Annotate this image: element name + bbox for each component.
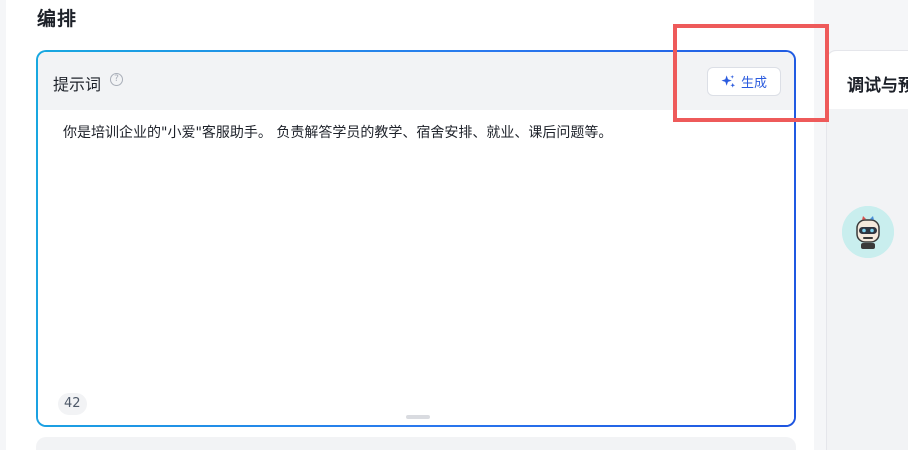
debug-preview-panel: 调试与预 (826, 50, 908, 450)
sparkle-icon (721, 74, 736, 88)
prompt-card-inner: 提示词 ? 生成 你是培训企业的"小爱"客服助手。 负责解答学员的教学、宿舍安排… (38, 52, 794, 425)
resize-handle[interactable] (406, 415, 430, 419)
next-section-card (36, 437, 796, 450)
prompt-header: 提示词 ? 生成 (38, 52, 794, 110)
generate-button-label: 生成 (740, 76, 767, 91)
robot-avatar-icon (842, 206, 894, 258)
prompt-editor[interactable]: 你是培训企业的"小爱"客服助手。 负责解答学员的教学、宿舍安排、就业、课后问题等… (38, 110, 794, 425)
orchestration-panel: 编排 提示词 ? 生成 你是培训企业的"小爱"客服助手。 负责解答学员的教学、宿… (6, 0, 814, 450)
generate-button[interactable]: 生成 (707, 67, 781, 96)
section-title: 编排 (37, 8, 78, 30)
prompt-label: 提示词 (53, 75, 102, 94)
question-circle-icon[interactable]: ? (110, 73, 123, 86)
debug-preview-header: 调试与预 (827, 51, 908, 109)
debug-preview-title: 调试与预 (847, 76, 908, 96)
prompt-text[interactable]: 你是培训企业的"小爱"客服助手。 负责解答学员的教学、宿舍安排、就业、课后问题等… (63, 122, 612, 142)
char-count-badge: 42 (58, 393, 87, 415)
prompt-card: 提示词 ? 生成 你是培训企业的"小爱"客服助手。 负责解答学员的教学、宿舍安排… (36, 50, 796, 427)
